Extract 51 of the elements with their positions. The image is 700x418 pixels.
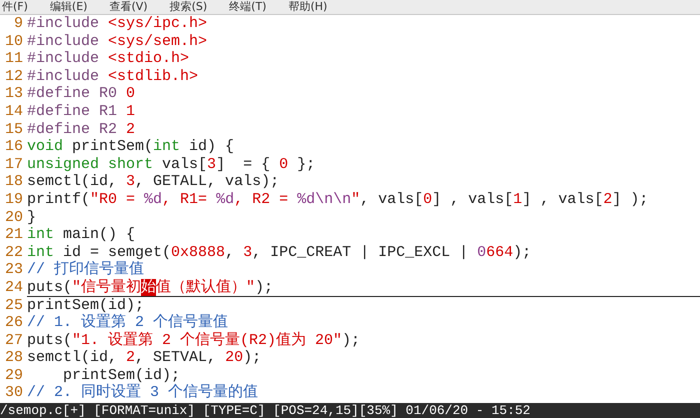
code-line: int id = semget(0x8888, 3, IPC_CREAT | IPC_EXCL | 0664); bbox=[27, 244, 532, 261]
line-number: 20 bbox=[4, 208, 24, 226]
line-number: 22 bbox=[4, 244, 24, 262]
code-line: #include <stdio.h> bbox=[27, 50, 190, 68]
code-line: #define R1 1 bbox=[27, 102, 136, 121]
code-line: #include <sys/ipc.h> bbox=[27, 15, 208, 33]
line-number: 16 bbox=[4, 138, 24, 156]
code-line: puts("1. 设置第 2 个信号量(R2)值为 20"); bbox=[27, 332, 360, 350]
code-line: } bbox=[27, 208, 36, 226]
code-line: void printSem(int id) { bbox=[27, 138, 234, 156]
line-number: 23 bbox=[4, 261, 24, 279]
line-number: 19 bbox=[4, 190, 24, 209]
line-number: 17 bbox=[4, 156, 24, 174]
code-line: printSem(id); bbox=[62, 366, 180, 384]
code-line: puts("信号量初始值（默认值）"); bbox=[27, 278, 700, 296]
line-number: 24 bbox=[4, 278, 24, 296]
code-line: // 1. 设置第 2 个信号量值 bbox=[27, 314, 228, 332]
line-number: 26 bbox=[4, 314, 24, 332]
code-line: printf("R0 = %d, R1= %d, R2 = %d\n\n", vals[0] , vals[1] , vals[2] ); bbox=[27, 190, 648, 209]
line-number: 30 bbox=[4, 384, 24, 402]
line-number: 15 bbox=[4, 120, 24, 138]
code-line: unsigned short vals[3] = { 0 }; bbox=[27, 156, 316, 174]
line-number: 9 bbox=[12, 15, 24, 33]
line-number: 28 bbox=[4, 349, 24, 367]
line-number: 29 bbox=[4, 366, 24, 384]
code-line: semctl(id, 2, SETVAL, 20); bbox=[27, 349, 262, 367]
line-number: 27 bbox=[4, 332, 24, 350]
menu-item[interactable]: 终端(T) bbox=[229, 0, 266, 14]
code-line: int main() { bbox=[27, 226, 136, 244]
line-number: 25 bbox=[4, 296, 24, 314]
menu-item[interactable]: 编辑(E) bbox=[50, 0, 88, 14]
menu-item[interactable]: 件(F) bbox=[2, 0, 28, 14]
menu-item[interactable]: 搜索(S) bbox=[170, 0, 208, 14]
code-line: semctl(id, 3, GETALL, vals); bbox=[27, 173, 280, 191]
line-number: 18 bbox=[4, 173, 24, 191]
line-number: 11 bbox=[4, 50, 24, 68]
code-line: // 2. 同时设置 3 个信号量的值 bbox=[27, 384, 258, 402]
code-line: #include <stdlib.h> bbox=[27, 68, 198, 86]
line-number: 21 bbox=[4, 226, 24, 244]
code-line: printSem(id); bbox=[27, 296, 144, 314]
status-line: /semop.c[+] [FORMAT=unix] [TYPE=C] [POS=24,15][35%] 01/06/20 - 15:52 bbox=[0, 403, 530, 418]
line-number: 14 bbox=[4, 102, 24, 121]
code-line: #include <sys/sem.h> bbox=[27, 32, 208, 50]
code-line: #define R0 0 bbox=[27, 85, 136, 103]
line-number: 12 bbox=[4, 68, 24, 86]
code-line: // 打印信号量值 bbox=[27, 261, 144, 278]
code-line: #define R2 2 bbox=[27, 120, 136, 138]
menu-item[interactable]: 查看(V) bbox=[109, 0, 148, 14]
line-number: 10 bbox=[4, 32, 24, 50]
menu-item[interactable]: 帮助(H) bbox=[288, 0, 328, 14]
line-number: 13 bbox=[4, 85, 24, 103]
